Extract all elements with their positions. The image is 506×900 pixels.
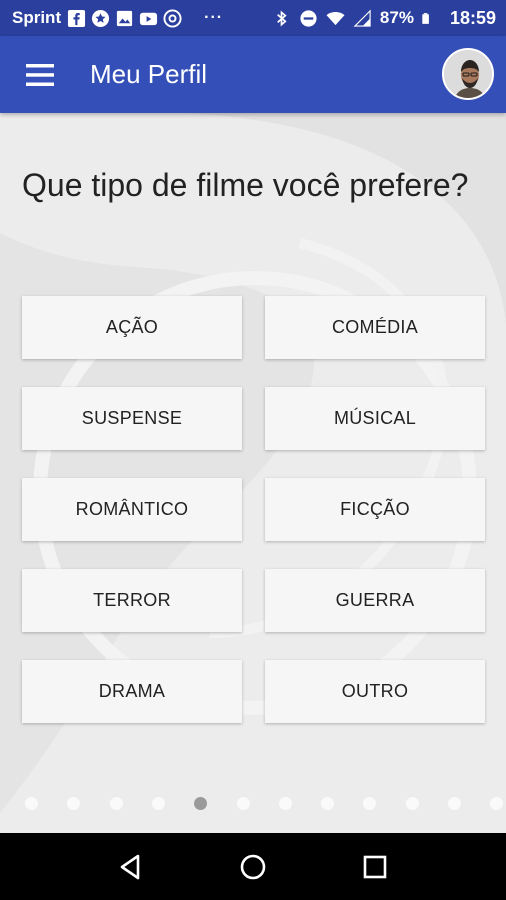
page-dot xyxy=(237,797,250,810)
option-romantico[interactable]: ROMÂNTICO xyxy=(22,478,242,541)
genre-options: AÇÃO COMÉDIA SUSPENSE MÚSICAL ROMÂNTICO … xyxy=(22,296,485,723)
home-button[interactable] xyxy=(233,847,273,887)
clock: 18:59 xyxy=(449,7,496,28)
app-bar: Meu Perfil xyxy=(0,36,506,113)
page-dot xyxy=(363,797,376,810)
image-icon xyxy=(117,10,133,26)
page-dot xyxy=(152,797,165,810)
bluetooth-icon xyxy=(277,9,287,27)
signal-icon xyxy=(353,9,371,27)
option-suspense[interactable]: SUSPENSE xyxy=(22,387,242,450)
page-indicator xyxy=(0,795,506,811)
page-dot xyxy=(279,797,292,810)
star-badge-icon xyxy=(92,9,110,27)
user-avatar-image xyxy=(444,50,492,98)
page-dot xyxy=(406,797,419,810)
page-dot-active xyxy=(194,797,207,810)
carrier-label: Sprint xyxy=(12,8,62,27)
back-button[interactable] xyxy=(111,847,151,887)
home-icon xyxy=(240,854,266,879)
system-icons: 87% 18:59 xyxy=(272,8,496,29)
notification-icons xyxy=(67,8,182,28)
page-dot xyxy=(110,797,123,810)
page-dot xyxy=(448,797,461,810)
question-heading: Que tipo de filme você prefere? xyxy=(22,167,469,203)
recents-button[interactable] xyxy=(355,847,395,887)
page-title: Meu Perfil xyxy=(90,59,208,89)
status-bar: Sprint ··· 87% 18:59 xyxy=(0,0,506,36)
facebook-icon xyxy=(68,9,86,27)
option-outro[interactable]: OUTRO xyxy=(265,660,485,723)
hamburger-menu-icon xyxy=(26,63,54,86)
battery-percent: 87% xyxy=(379,8,414,27)
page-dot xyxy=(67,797,80,810)
back-icon xyxy=(120,854,140,879)
do-not-disturb-icon xyxy=(300,9,317,27)
option-terror[interactable]: TERROR xyxy=(22,569,242,632)
avatar[interactable] xyxy=(442,48,494,100)
option-guerra[interactable]: GUERRA xyxy=(265,569,485,632)
wifi-icon xyxy=(326,11,345,25)
at-sign-icon xyxy=(163,8,182,28)
system-nav-bar xyxy=(0,833,506,900)
battery-icon xyxy=(422,12,429,24)
option-ficcao[interactable]: FICÇÃO xyxy=(265,478,485,541)
more-notifications: ··· xyxy=(204,9,224,26)
option-comedia[interactable]: COMÉDIA xyxy=(265,296,485,359)
option-acao[interactable]: AÇÃO xyxy=(22,296,242,359)
recents-icon xyxy=(363,855,387,878)
option-drama[interactable]: DRAMA xyxy=(22,660,242,723)
main-content: Que tipo de filme você prefere? AÇÃO COM… xyxy=(0,113,506,833)
page-dot xyxy=(321,797,334,810)
page-dot xyxy=(25,797,38,810)
youtube-icon xyxy=(140,12,158,25)
page-dot xyxy=(490,797,503,810)
option-musical[interactable]: MÚSICAL xyxy=(265,387,485,450)
menu-button[interactable] xyxy=(0,36,80,113)
